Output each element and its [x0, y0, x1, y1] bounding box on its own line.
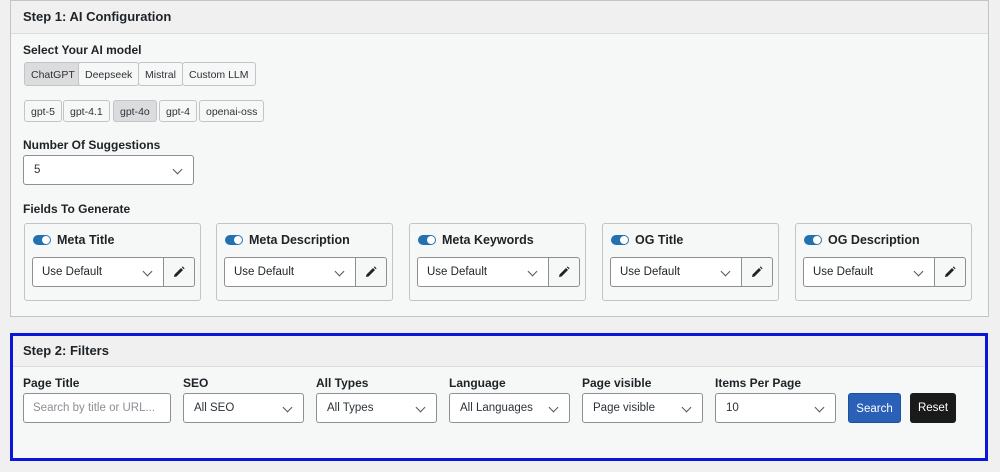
model-openai-oss-button[interactable]: openai-oss — [199, 100, 265, 122]
types-label: All Types — [316, 376, 369, 390]
items-per-page-select[interactable]: 10 — [715, 393, 836, 423]
field-value: Use Default — [427, 266, 488, 278]
field-title: Meta Keywords — [442, 233, 534, 247]
og-title-toggle[interactable] — [611, 235, 629, 245]
meta-keywords-edit-button[interactable] — [548, 257, 580, 287]
meta-description-select[interactable]: Use Default — [224, 257, 356, 287]
field-value: Use Default — [620, 266, 681, 278]
og-description-select[interactable]: Use Default — [803, 257, 935, 287]
field-card-meta-description: Meta Description Use Default — [216, 223, 393, 301]
seo-label: SEO — [183, 376, 209, 390]
meta-description-toggle[interactable] — [225, 235, 243, 245]
meta-keywords-select[interactable]: Use Default — [417, 257, 549, 287]
field-value: Use Default — [42, 266, 103, 278]
pencil-icon — [945, 266, 956, 277]
ai-model-label: Select Your AI model — [23, 43, 142, 57]
pencil-icon — [752, 266, 763, 277]
chevron-down-icon — [172, 164, 183, 175]
items-per-page-label: Items Per Page — [715, 376, 802, 390]
meta-description-edit-button[interactable] — [355, 257, 387, 287]
field-card-og-description: OG Description Use Default — [795, 223, 972, 301]
reset-button[interactable]: Reset — [910, 393, 956, 423]
provider-deepseek-button[interactable]: Deepseek — [78, 62, 140, 86]
pencil-icon — [559, 266, 570, 277]
model-gpt-4-button[interactable]: gpt-4 — [159, 100, 197, 122]
pencil-icon — [174, 266, 185, 277]
model-gpt-4o-button[interactable]: gpt-4o — [113, 100, 157, 122]
chevron-down-icon — [913, 266, 924, 277]
provider-mistral-button[interactable]: Mistral — [138, 62, 183, 86]
provider-custom-llm-button[interactable]: Custom LLM — [182, 62, 256, 86]
field-title: Meta Description — [249, 233, 350, 247]
chevron-down-icon — [681, 402, 692, 413]
suggestions-select[interactable]: 5 — [23, 155, 194, 185]
search-button[interactable]: Search — [848, 393, 901, 423]
chevron-down-icon — [548, 402, 559, 413]
chevron-down-icon — [142, 266, 153, 277]
og-description-edit-button[interactable] — [934, 257, 966, 287]
page-title-label: Page Title — [23, 376, 80, 390]
provider-chatgpt-button[interactable]: ChatGPT — [24, 62, 82, 86]
chevron-down-icon — [527, 266, 538, 277]
meta-keywords-toggle[interactable] — [418, 235, 436, 245]
page-visible-label: Page visible — [582, 376, 652, 390]
fields-label: Fields To Generate — [23, 202, 131, 216]
chevron-down-icon — [334, 266, 345, 277]
chevron-down-icon — [415, 402, 426, 413]
field-value: Use Default — [234, 266, 295, 278]
items-per-page-value: 10 — [726, 402, 739, 414]
field-card-og-title: OG Title Use Default — [602, 223, 779, 301]
seo-select[interactable]: All SEO — [183, 393, 304, 423]
chevron-down-icon — [814, 402, 825, 413]
types-select[interactable]: All Types — [316, 393, 437, 423]
og-title-select[interactable]: Use Default — [610, 257, 742, 287]
pencil-icon — [366, 266, 377, 277]
model-gpt-5-button[interactable]: gpt-5 — [24, 100, 62, 122]
step1-title: Step 1: AI Configuration — [11, 1, 988, 34]
field-title: OG Description — [828, 233, 920, 247]
suggestions-label: Number Of Suggestions — [23, 138, 161, 152]
language-value: All Languages — [460, 402, 533, 414]
page-visible-select[interactable]: Page visible — [582, 393, 703, 423]
seo-value: All SEO — [194, 402, 235, 414]
types-value: All Types — [327, 402, 374, 414]
og-description-toggle[interactable] — [804, 235, 822, 245]
page-title-search-input[interactable] — [23, 393, 171, 423]
field-title: Meta Title — [57, 233, 115, 247]
suggestions-value: 5 — [34, 164, 41, 176]
meta-title-edit-button[interactable] — [163, 257, 195, 287]
field-title: OG Title — [635, 233, 684, 247]
og-title-edit-button[interactable] — [741, 257, 773, 287]
model-gpt-4-1-button[interactable]: gpt-4.1 — [63, 100, 110, 122]
chevron-down-icon — [720, 266, 731, 277]
chevron-down-icon — [282, 402, 293, 413]
page-visible-value: Page visible — [593, 402, 656, 414]
language-label: Language — [449, 376, 506, 390]
language-select[interactable]: All Languages — [449, 393, 570, 423]
field-card-meta-title: Meta Title Use Default — [24, 223, 201, 301]
meta-title-select[interactable]: Use Default — [32, 257, 164, 287]
field-value: Use Default — [813, 266, 874, 278]
field-card-meta-keywords: Meta Keywords Use Default — [409, 223, 586, 301]
step2-title: Step 2: Filters — [13, 336, 985, 367]
meta-title-toggle[interactable] — [33, 235, 51, 245]
